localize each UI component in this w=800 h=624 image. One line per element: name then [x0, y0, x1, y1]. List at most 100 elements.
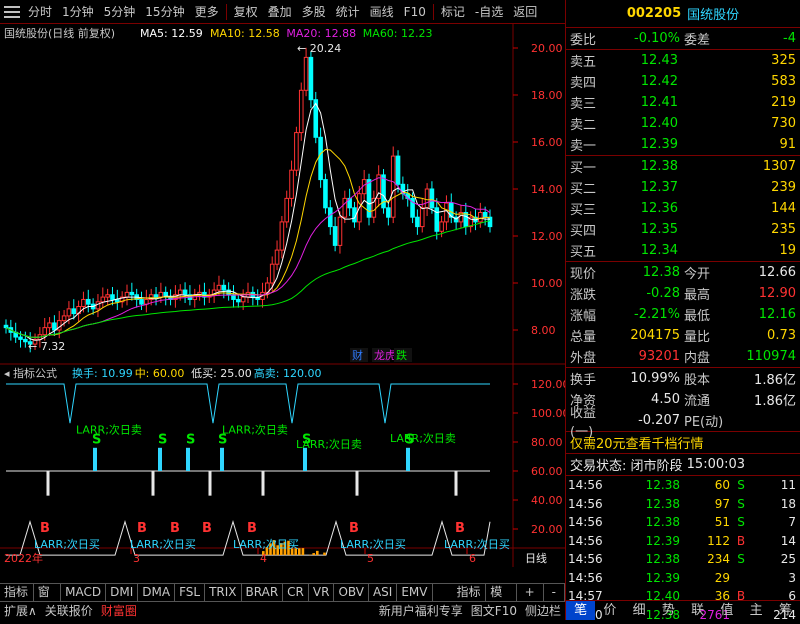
indicator-tab-8[interactable]: CR: [283, 584, 309, 601]
volume-bar: [316, 551, 319, 555]
quote-tab-4[interactable]: 联: [683, 601, 712, 620]
ask-row-1[interactable]: 卖四12.42583: [566, 71, 800, 92]
indicator-tab-7[interactable]: BRAR: [242, 584, 284, 601]
bid-row-4[interactable]: 买五12.3419: [566, 240, 800, 261]
quote-tab-7[interactable]: 筹: [771, 601, 800, 620]
bid-label: 买四: [566, 220, 614, 239]
volume-bar: [323, 553, 326, 556]
stat-label2: 量比: [680, 326, 730, 345]
quote-tab-3[interactable]: 势: [654, 601, 683, 620]
quote-tab-0[interactable]: 笔: [566, 601, 595, 620]
toolbar-separator: [433, 4, 434, 20]
candle-body: [159, 292, 163, 297]
month-label: 5: [367, 552, 374, 565]
stat-value: -2.21%: [614, 307, 680, 322]
toolbar-item-0[interactable]: 分时: [23, 3, 57, 20]
ext-tab-1[interactable]: 关联报价: [41, 602, 97, 620]
ask-volume: 730: [678, 116, 800, 131]
toolbar-item-4[interactable]: 更多: [190, 3, 224, 20]
bid-row-1[interactable]: 买二12.37239: [566, 177, 800, 198]
kline-chart[interactable]: 国统股份(日线 前复权)MA5: 12.59MA10: 12.58MA20: 1…: [0, 24, 565, 567]
indicator-tab-4[interactable]: DMA: [138, 584, 175, 601]
toolbar-item-11[interactable]: 标记: [436, 3, 470, 20]
price-tick-label: 16.00: [531, 136, 563, 149]
tab-extra-1[interactable]: -: [544, 584, 565, 601]
buy-signal-mark: B: [247, 521, 257, 536]
ask-row-0[interactable]: 卖五12.43325: [566, 50, 800, 71]
ext-tab-0[interactable]: 扩展∧: [0, 602, 41, 620]
ext-right-1[interactable]: 图文F10: [467, 602, 521, 620]
menu-icon[interactable]: [4, 4, 20, 20]
indicator-tab-2[interactable]: MACD: [61, 584, 106, 601]
candle-body: [324, 180, 328, 208]
indicator-tab-3[interactable]: DMI: [106, 584, 138, 601]
ask-row-3[interactable]: 卖二12.40730: [566, 113, 800, 134]
toolbar-item-9[interactable]: 画线: [365, 3, 399, 20]
toolbar-item-3[interactable]: 15分钟: [140, 3, 189, 20]
indicator-tab-9[interactable]: VR: [309, 584, 335, 601]
bid-price: 12.36: [614, 201, 678, 216]
bid-row-0[interactable]: 买一12.381307: [566, 156, 800, 177]
candle-body: [237, 299, 241, 301]
stock-name[interactable]: 国统股份: [687, 4, 739, 23]
indicator-tab-11[interactable]: ASI: [369, 584, 397, 601]
ask-label: 卖五: [566, 51, 614, 70]
candle-body: [333, 227, 337, 246]
stat-label2: 内盘: [680, 347, 730, 366]
trade-count: 25: [752, 552, 800, 566]
indicator-tab-1[interactable]: 窗口: [34, 584, 61, 601]
fund-value: -0.207: [614, 413, 680, 428]
indicator-tab-10[interactable]: OBV: [334, 584, 369, 601]
candle-body: [130, 292, 134, 294]
trade-qty: 60: [680, 478, 730, 492]
indicator-tabs: 指标A窗口MACDDMIDMAFSLTRIXBRARCRVROBVASIEMV 指…: [0, 583, 565, 601]
ext-tab-2[interactable]: 财富圈: [97, 602, 141, 620]
bid-label: 买一: [566, 157, 614, 176]
trade-qty: 112: [680, 534, 730, 548]
ext-right-0[interactable]: 新用户福利专享: [375, 602, 467, 620]
toolbar-item-5[interactable]: 复权: [229, 3, 263, 20]
trade-price: 12.39: [618, 571, 680, 585]
sell-label: LARR;次日卖: [76, 422, 142, 436]
indicator-tab-14[interactable]: 模 板: [486, 584, 516, 601]
quote-tab-1[interactable]: 价: [595, 601, 624, 620]
bid-row-2[interactable]: 买三12.36144: [566, 198, 800, 219]
indicator-tab-13[interactable]: 指标B: [453, 584, 487, 601]
toolbar-item-7[interactable]: 多股: [297, 3, 331, 20]
bid-row-3[interactable]: 买四12.35235: [566, 219, 800, 240]
toolbar-item-1[interactable]: 1分钟: [57, 3, 99, 20]
quote-tab-6[interactable]: 主: [742, 601, 771, 620]
buy-bar: [455, 471, 458, 496]
quote-tab-2[interactable]: 细: [625, 601, 654, 620]
indicator-tab-12[interactable]: EMV: [397, 584, 432, 601]
month-label: 6: [469, 552, 476, 565]
ask-row-2[interactable]: 卖三12.41219: [566, 92, 800, 113]
upgrade-banner[interactable]: 仅需20元查看千档行情: [566, 432, 800, 454]
ext-right-2[interactable]: 侧边栏: [521, 602, 565, 620]
ask-price: 12.40: [614, 116, 678, 131]
toolbar-item-12[interactable]: -自选: [470, 3, 508, 20]
buy-label: LARR;次日买: [130, 537, 196, 551]
fund-label2: 股本: [680, 369, 730, 388]
toolbar-item-2[interactable]: 5分钟: [99, 3, 141, 20]
toolbar-item-6[interactable]: 叠加: [263, 3, 297, 20]
ask-row-4[interactable]: 卖一12.3991: [566, 134, 800, 155]
bid-price: 12.38: [614, 159, 678, 174]
quote-tab-5[interactable]: 值: [712, 601, 741, 620]
buy-bar: [47, 471, 50, 496]
trade-qty: 51: [680, 515, 730, 529]
bid-volume: 235: [678, 222, 800, 237]
chart-area[interactable]: 国统股份(日线 前复权)MA5: 12.59MA10: 12.58MA20: 1…: [0, 24, 565, 567]
toolbar-item-8[interactable]: 统计: [331, 3, 365, 20]
indicator-tab-5[interactable]: FSL: [175, 584, 205, 601]
fund-value2: 1.86亿: [730, 369, 800, 388]
buy-orders: 买一12.381307买二12.37239买三12.36144买四12.3523…: [566, 156, 800, 262]
toolbar-item-13[interactable]: 返回: [508, 3, 542, 20]
indicator-tab-6[interactable]: TRIX: [205, 584, 241, 601]
month-label: 3: [133, 552, 140, 565]
stat-row-2: 涨幅-2.21%最低12.16: [566, 304, 800, 325]
tab-extra-0[interactable]: +: [517, 584, 544, 601]
indicator-tab-0[interactable]: 指标A: [0, 584, 34, 601]
toolbar-item-10[interactable]: F10: [399, 5, 431, 19]
candle-body: [72, 309, 76, 314]
